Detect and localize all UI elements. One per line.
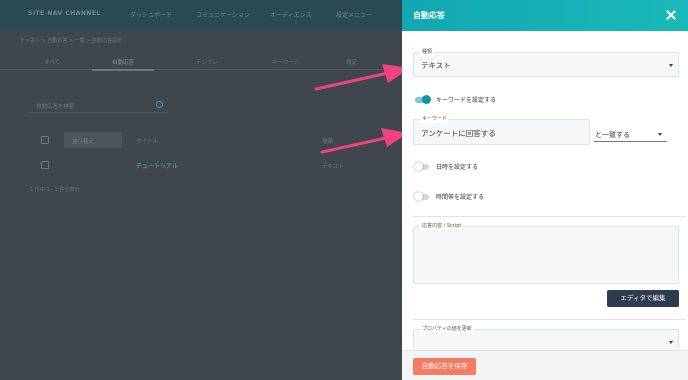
search-placeholder: 自動応答を検索 <box>36 104 75 110</box>
table-header: 並び替え タイトル 種類 <box>28 131 402 149</box>
close-icon[interactable] <box>662 6 680 24</box>
keyword-toggle-label: キーワードを設定する <box>436 97 497 104</box>
save-auto-reply-button[interactable]: 自動応答を保存 <box>413 358 476 375</box>
search-input[interactable]: 自動応答を検索 <box>28 99 168 113</box>
toggle-knob <box>422 95 431 104</box>
toggle-knob <box>414 192 423 201</box>
edit-in-editor-button[interactable]: エディタで編集 <box>607 290 679 307</box>
row-checkbox[interactable] <box>41 161 49 169</box>
datetime-toggle[interactable] <box>414 162 429 171</box>
top-navbar: SITE NAV CHANNEL ダッシュボード コミュニケーション オーディエ… <box>0 0 402 30</box>
tab-template[interactable]: テンプレ <box>196 58 218 66</box>
pagination-info: 1 件中 1 - 1 件を表示 <box>30 187 80 193</box>
drawer-header: 自動応答 <box>402 0 688 31</box>
divider <box>413 319 686 320</box>
divider <box>413 216 686 217</box>
keyword-label: キーワード <box>420 115 450 123</box>
response-script-textarea[interactable]: 応答内容 / Script <box>413 222 679 284</box>
nav-item[interactable]: ダッシュボード <box>130 10 172 19</box>
breadcrumb: チャネル > 自動応答 > 一覧 > 自動応答設定 <box>20 38 123 44</box>
auto-reply-drawer: 自動応答 種類 テキスト キーワードを設定する キーワード アンケートに回答する… <box>402 0 688 380</box>
type-value: テキスト <box>421 61 451 70</box>
tab-keyword[interactable]: キーワード <box>272 58 300 66</box>
tab-auto-reply[interactable]: 自動応答 <box>112 58 134 66</box>
timeslot-toggle[interactable] <box>414 192 429 201</box>
chevron-down-icon <box>669 341 673 344</box>
tab-all[interactable]: すべて <box>44 58 60 66</box>
tab-settings[interactable]: 設定 <box>346 58 357 66</box>
type-select[interactable]: 種類 テキスト <box>413 48 679 77</box>
sort-button[interactable]: 並び替え <box>64 132 122 148</box>
row-type: テキスト <box>322 164 344 170</box>
app-logo: SITE NAV CHANNEL <box>28 10 101 17</box>
row-title[interactable]: チュートリアル <box>136 161 178 170</box>
table-row[interactable]: チュートリアル テキスト <box>28 158 402 174</box>
type-label: 種類 <box>420 48 435 56</box>
keyword-value: アンケートに回答する <box>421 129 496 138</box>
datetime-toggle-label: 日時を設定する <box>436 164 479 171</box>
nav-item[interactable]: オーディエンス <box>270 10 311 19</box>
nav-item[interactable]: コミュニケーション <box>196 10 250 19</box>
chevron-down-icon <box>658 133 662 136</box>
drawer-footer: 自動応答を保存 <box>402 350 688 380</box>
active-tab-indicator <box>92 69 154 71</box>
property-update-select[interactable]: プロパティの値を更新 <box>413 325 679 351</box>
timeslot-toggle-label: 時間帯を設定する <box>436 194 485 201</box>
response-label: 応答内容 / Script <box>420 222 464 230</box>
search-icon[interactable] <box>156 101 163 108</box>
chevron-down-icon <box>669 64 673 67</box>
tab-bar: すべて 自動応答 テンプレ キーワード 設定 <box>0 56 402 71</box>
column-header-type: 種類 <box>322 139 334 145</box>
keyword-input[interactable]: キーワード アンケートに回答する <box>413 115 590 145</box>
match-type-value: と一致する <box>595 131 630 139</box>
keyword-toggle[interactable] <box>415 95 431 104</box>
property-label: プロパティの値を更新 <box>420 325 474 333</box>
sort-label: 並び替え <box>72 139 95 145</box>
drawer-title: 自動応答 <box>413 11 445 20</box>
toggle-knob <box>414 162 423 171</box>
nav-item[interactable]: 設定メニュー <box>336 10 372 19</box>
match-type-select[interactable]: と一致する <box>594 125 667 142</box>
column-header-title: タイトル <box>136 139 159 145</box>
select-all-checkbox[interactable] <box>41 136 49 144</box>
